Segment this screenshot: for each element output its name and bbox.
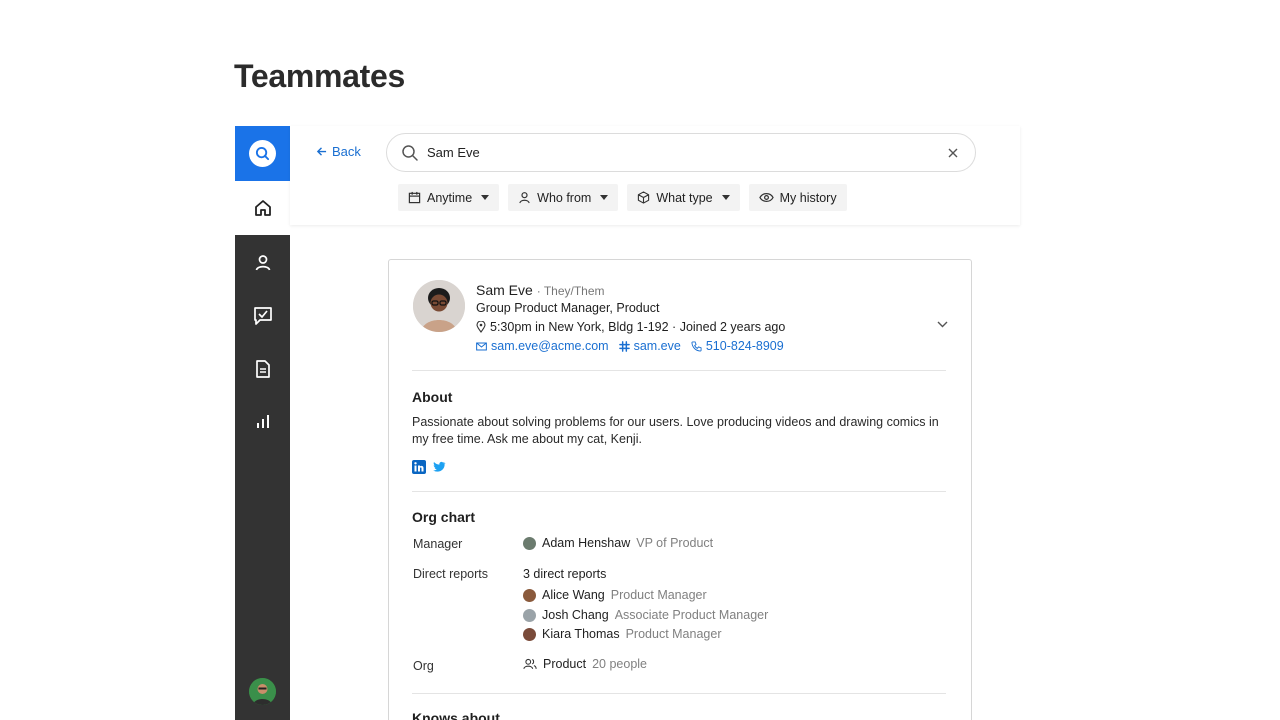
list-item[interactable]: Alice Wang Product Manager — [523, 588, 707, 602]
org-chart-title: Org chart — [412, 509, 476, 525]
profile-card: Sam Eve · They/Them Group Product Manage… — [388, 259, 972, 720]
email-text: sam.eve@acme.com — [491, 339, 609, 353]
avatar[interactable] — [249, 678, 276, 705]
knows-about-title: Knows about — [412, 710, 500, 720]
manager-entry[interactable]: Adam Henshaw VP of Product — [523, 536, 713, 550]
chart-icon — [256, 415, 269, 428]
filter-who-from[interactable]: Who from — [508, 184, 619, 211]
search-icon — [402, 144, 418, 161]
filter-label: Anytime — [427, 190, 473, 205]
search-panel: Back Anytime Who from What type My histo… — [290, 126, 1020, 225]
chevron-down-icon — [937, 321, 947, 327]
org-size: 20 people — [592, 657, 648, 671]
phone-link[interactable]: 510-824-8909 — [691, 339, 784, 353]
divider — [412, 491, 946, 492]
slack-icon — [618, 340, 630, 352]
filter-my-history[interactable]: My history — [748, 184, 847, 211]
manager-label: Manager — [413, 537, 463, 551]
location-text: 5:30pm in New York, Bldg 1-192 · Joined … — [490, 320, 786, 334]
email-link[interactable]: sam.eve@acme.com — [476, 339, 609, 353]
cube-icon — [638, 191, 650, 204]
divider — [412, 693, 946, 694]
search-box — [386, 133, 976, 172]
location-pin-icon — [476, 321, 486, 333]
back-label: Back — [332, 144, 361, 159]
profile-name-row: Sam Eve · They/Them — [476, 282, 605, 298]
report-name: Josh Chang — [542, 608, 609, 622]
filter-label: My history — [779, 190, 837, 205]
manager-name: Adam Henshaw — [542, 536, 631, 550]
sidebar-item-people[interactable] — [235, 243, 290, 283]
about-text: Passionate about solving problems for ou… — [412, 415, 939, 446]
sidebar-item-documents[interactable] — [235, 349, 290, 389]
expand-button[interactable] — [935, 317, 949, 331]
sidebar-item-home[interactable] — [235, 181, 290, 235]
home-icon — [254, 200, 271, 216]
filter-label: What type — [656, 190, 713, 205]
report-name: Alice Wang — [542, 588, 605, 602]
list-item[interactable]: Josh Chang Associate Product Manager — [523, 608, 768, 622]
profile-role: Group Product Manager, Product — [476, 301, 660, 315]
caret-down-icon — [481, 195, 490, 200]
profile-pronouns: · They/Them — [536, 284, 605, 298]
phone-text: 510-824-8909 — [705, 339, 784, 353]
document-icon — [255, 360, 270, 378]
calendar-icon — [408, 191, 421, 204]
search-input[interactable] — [427, 145, 945, 160]
sidebar — [235, 126, 290, 720]
org-entry[interactable]: Product 20 people — [523, 657, 647, 671]
caret-down-icon — [600, 195, 609, 200]
direct-reports-count: 3 direct reports — [523, 567, 607, 581]
eye-icon — [758, 193, 774, 202]
manager-title: VP of Product — [636, 536, 714, 550]
clear-search-button[interactable] — [945, 145, 961, 161]
sidebar-item-tasks[interactable] — [235, 296, 290, 336]
tasks-icon — [253, 307, 272, 325]
mail-icon — [476, 342, 487, 350]
search-icon — [249, 140, 276, 167]
list-item[interactable]: Kiara Thomas Product Manager — [523, 627, 721, 641]
org-name: Product — [543, 657, 587, 671]
filter-anytime[interactable]: Anytime — [398, 184, 500, 211]
report-title: Associate Product Manager — [614, 608, 769, 622]
direct-reports-label: Direct reports — [413, 567, 489, 581]
slack-link[interactable]: sam.eve — [618, 339, 681, 353]
contact-links: sam.eve@acme.com sam.eve 510-824-8909 — [476, 339, 784, 353]
linkedin-icon[interactable] — [412, 460, 426, 474]
report-title: Product Manager — [610, 588, 707, 602]
close-icon — [948, 148, 958, 157]
org-label: Org — [413, 659, 434, 673]
avatar — [523, 588, 536, 602]
profile-name: Sam Eve — [476, 282, 533, 298]
about-title: About — [412, 389, 453, 405]
twitter-icon[interactable] — [432, 460, 446, 474]
arrow-left-icon — [316, 147, 327, 156]
sidebar-item-search[interactable] — [235, 126, 290, 181]
slack-text: sam.eve — [633, 339, 681, 353]
divider — [412, 370, 946, 371]
sidebar-item-analytics[interactable] — [235, 402, 290, 442]
profile-location: 5:30pm in New York, Bldg 1-192 · Joined … — [476, 320, 785, 334]
profile-avatar — [413, 280, 465, 332]
person-icon — [255, 255, 270, 271]
phone-icon — [691, 340, 702, 352]
avatar — [523, 608, 536, 622]
filter-bar: Anytime Who from What type My history — [398, 184, 847, 211]
avatar — [523, 536, 536, 550]
caret-down-icon — [721, 195, 730, 200]
social-links — [412, 460, 446, 474]
report-title: Product Manager — [625, 627, 722, 641]
back-button[interactable]: Back — [316, 144, 361, 159]
person-icon — [519, 192, 530, 204]
page-title: Teammates — [234, 58, 406, 94]
people-icon — [523, 658, 537, 670]
avatar — [523, 627, 536, 641]
filter-label: Who from — [537, 190, 592, 205]
report-name: Kiara Thomas — [542, 627, 620, 641]
filter-what-type[interactable]: What type — [627, 184, 740, 211]
